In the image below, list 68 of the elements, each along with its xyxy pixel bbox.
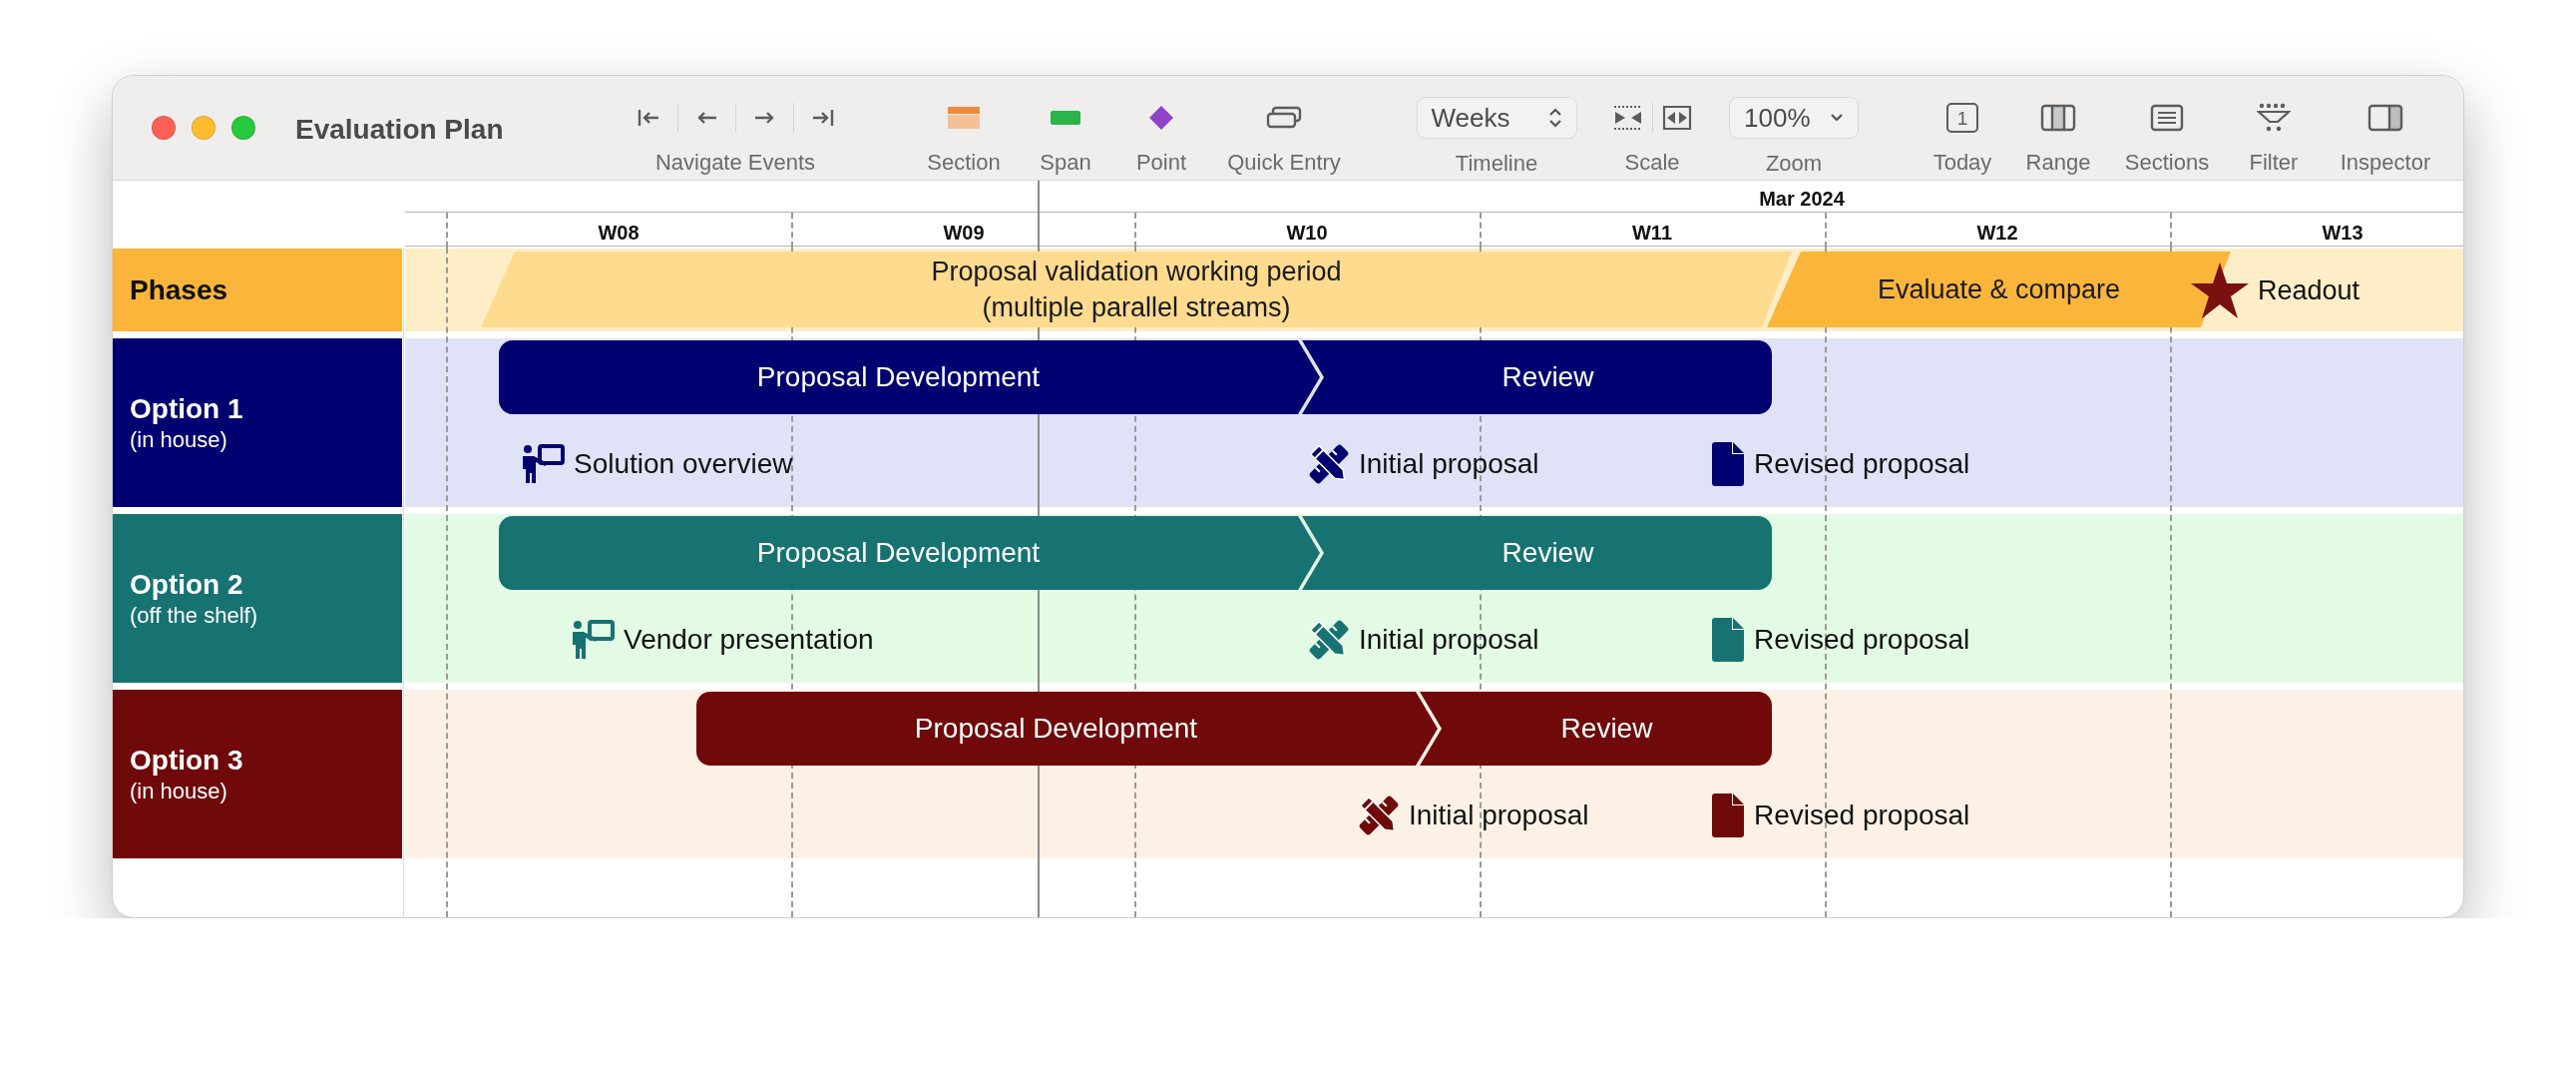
phase-bar: Proposal validation working period (multiple parallel streams) <box>481 252 1792 327</box>
scale-up-button[interactable] <box>1660 104 1693 132</box>
sidebar-icon <box>2367 104 2403 132</box>
milestone-label: Initial proposal <box>1359 447 1539 481</box>
row-title: Option 2 <box>130 567 244 602</box>
month-label: Mar 2024 <box>1759 187 1845 212</box>
document-icon <box>1710 618 1746 662</box>
columns-icon <box>2040 104 2076 132</box>
filter-icon <box>2257 103 2291 133</box>
toolbar-label: Timeline <box>1455 150 1538 178</box>
task-bar: Proposal Development <box>696 692 1438 766</box>
calendar-icon: 1 <box>1946 103 1978 133</box>
toolbar-label: Scale <box>1624 149 1680 177</box>
span-button[interactable]: Span <box>1040 76 1091 179</box>
milestone-label: Revised proposal <box>1754 447 1970 481</box>
inspector-button[interactable]: Inspector <box>2340 76 2431 179</box>
timeline-scale-dropdown[interactable]: Weeks <box>1416 97 1577 139</box>
row-subtitle: (off the shelf) <box>130 601 258 630</box>
week-label: W12 <box>1976 221 2018 246</box>
chevron-down-icon <box>1830 113 1844 123</box>
cards-icon <box>1266 106 1302 130</box>
span-icon <box>1051 111 1080 125</box>
row-subtitle: (in house) <box>130 425 228 454</box>
close-button[interactable] <box>152 116 176 140</box>
toolbar-label: Zoom <box>1765 150 1823 178</box>
milestone-label: Revised proposal <box>1754 623 1970 657</box>
filter-button[interactable]: Filter <box>2249 76 2299 179</box>
range-button[interactable]: Range <box>2025 76 2091 179</box>
section-icon <box>948 107 980 129</box>
row-subtitle: (in house) <box>130 777 228 805</box>
diamond-icon <box>1148 105 1174 131</box>
task-bar: Proposal Development <box>499 340 1320 414</box>
milestone-label: Solution overview <box>574 447 793 481</box>
window-title: Evaluation Plan <box>295 113 505 147</box>
milestone-label: Vendor presentation <box>624 623 874 657</box>
today-button[interactable]: 1 Today <box>1932 76 1992 179</box>
row-title: Option 3 <box>130 743 244 778</box>
toolbar-label: Navigate Events <box>654 149 816 177</box>
milestone-label: Initial proposal <box>1359 623 1539 657</box>
point-button[interactable]: Point <box>1135 76 1187 179</box>
expand-icon <box>1660 104 1693 132</box>
milestone-label: Readout <box>2258 273 2361 307</box>
week-label: W10 <box>1286 221 1328 246</box>
compress-icon <box>1611 104 1644 132</box>
week-label: W08 <box>598 221 640 246</box>
presenter-icon <box>520 443 566 485</box>
task-bar: Review <box>1420 692 1772 766</box>
week-label: W11 <box>1632 221 1672 246</box>
up-down-chevron-icon <box>1547 107 1562 129</box>
phase-bar: Evaluate & compare <box>1767 252 2231 327</box>
row-title: Phases <box>130 273 229 307</box>
week-label: W09 <box>943 221 985 246</box>
task-bar: Review <box>1302 340 1772 414</box>
sections-button[interactable]: Sections <box>2124 76 2210 179</box>
row-title: Option 1 <box>130 391 244 426</box>
document-icon <box>1710 442 1746 486</box>
milestone-label: Revised proposal <box>1754 799 1970 832</box>
quick-entry-button[interactable]: Quick Entry <box>1227 76 1341 179</box>
zoom-dropdown[interactable]: 100% <box>1729 97 1859 139</box>
week-label: W13 <box>2322 221 2363 246</box>
task-bar: Review <box>1302 516 1772 590</box>
presenter-icon <box>570 619 616 661</box>
section-button[interactable]: Section <box>927 76 1001 179</box>
document-icon <box>1710 794 1746 837</box>
scale-down-button[interactable] <box>1611 104 1644 132</box>
list-icon <box>2150 104 2184 132</box>
task-bar: Proposal Development <box>499 516 1320 590</box>
milestone-label: Initial proposal <box>1409 799 1589 832</box>
